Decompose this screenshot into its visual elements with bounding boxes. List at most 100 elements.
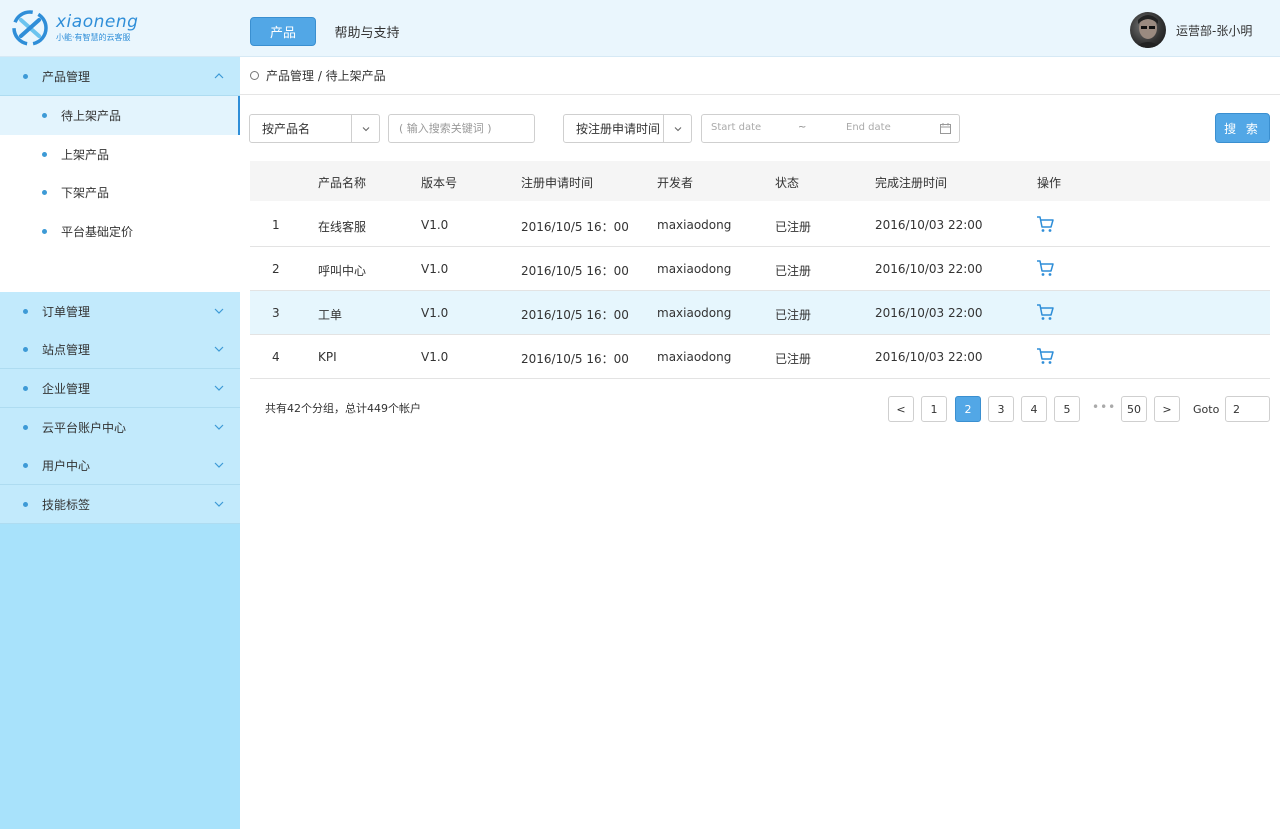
chevron-down-icon [214,501,224,507]
sidebar-group-sites[interactable]: 站点管理 [0,330,240,369]
time-filter-select[interactable]: 按注册申请时间 [563,114,692,143]
sidebar-group-enterprises[interactable]: 企业管理 [0,369,240,408]
column-header-done-time: 完成注册时间 [875,176,948,190]
cell-index: 3 [272,306,280,320]
chevron-up-icon [214,73,224,79]
pagination-page-last[interactable]: 50 [1121,396,1147,422]
table-row[interactable]: 3 工单 V1.0 2016/10/5 16：00 maxiaodong 已注册… [250,291,1270,335]
breadcrumb-text[interactable]: 产品管理 / 待上架产品 [266,67,386,84]
sidebar-group-label: 技能标签 [42,497,91,512]
keyword-search-input[interactable] [388,114,535,143]
username[interactable]: 运营部-张小明 [1176,22,1252,39]
cell-name: 呼叫中心 [318,264,367,278]
avatar[interactable] [1130,12,1166,48]
sidebar-item-label: 下架产品 [61,186,110,200]
nav-tab-help-support[interactable]: 帮助与支持 [332,17,402,46]
logo-mark-icon [12,10,48,46]
pagination-page-2[interactable]: 2 [955,396,981,422]
cell-developer: maxiaodong [657,262,732,276]
breadcrumb: 产品管理 / 待上架产品 [240,57,1280,95]
pagination-next-button[interactable]: > [1154,396,1180,422]
cell-index: 1 [272,218,280,232]
sidebar-item-listed-products[interactable]: 上架产品 [0,135,240,174]
cell-version: V1.0 [421,306,449,320]
date-range-picker[interactable]: Start date ~ End date [701,114,960,143]
cart-icon[interactable] [1036,303,1054,321]
select-value: 按产品名 [262,122,311,136]
column-header-version: 版本号 [421,176,458,190]
cell-status: 已注册 [775,308,812,322]
table-row[interactable]: 4 KPI V1.0 2016/10/5 16：00 maxiaodong 已注… [250,335,1270,379]
select-value: 按注册申请时间 [576,122,661,136]
sidebar-group-label: 企业管理 [42,381,91,396]
cell-version: V1.0 [421,262,449,276]
column-header-action: 操作 [1037,176,1062,190]
calendar-icon[interactable] [940,123,951,134]
bullet-icon [23,308,28,314]
cell-done-time: 2016/10/03 22:00 [875,262,983,276]
table-row[interactable]: 2 呼叫中心 V1.0 2016/10/5 16：00 maxiaodong 已… [250,247,1270,291]
sidebar-item-delisted-products[interactable]: 下架产品 [0,173,240,212]
cell-apply-time: 2016/10/5 16：00 [521,308,629,322]
cart-icon[interactable] [1036,347,1054,365]
nav-tab-products[interactable]: 产品 [250,17,316,46]
sidebar-group-product-management[interactable]: 产品管理 [0,57,240,96]
sidebar-group-orders[interactable]: 订单管理 [0,292,240,331]
start-date-input[interactable]: Start date [711,122,761,133]
table-header: 产品名称 版本号 注册申请时间 开发者 状态 完成注册时间 操作 [250,161,1270,201]
goto-label: Goto [1193,403,1220,416]
top-header: xiaoneng 小能·有智慧的云客服 产品 帮助与支持 运营部-张小明 [0,0,1280,57]
column-header-name: 产品名称 [318,176,367,190]
cell-version: V1.0 [421,218,449,232]
sidebar-group-label: 云平台账户中心 [42,420,127,435]
bullet-icon [23,73,28,79]
cell-status: 已注册 [775,220,812,234]
cell-status: 已注册 [775,352,812,366]
pagination-page-4[interactable]: 4 [1021,396,1047,422]
cell-name: 工单 [318,308,343,322]
bullet-icon [42,113,47,118]
table-row[interactable]: 1 在线客服 V1.0 2016/10/5 16：00 maxiaodong 已… [250,203,1270,247]
bullet-icon [42,190,47,195]
logo[interactable]: xiaoneng 小能·有智慧的云客服 [12,10,152,48]
goto-page-input[interactable] [1225,396,1270,422]
sidebar-item-platform-pricing[interactable]: 平台基础定价 [0,212,240,251]
column-header-developer: 开发者 [657,176,694,190]
search-button[interactable]: 搜 索 [1215,113,1270,143]
sidebar-item-pending-products[interactable]: 待上架产品 [0,96,240,135]
end-date-input[interactable]: End date [846,122,891,133]
chevron-down-icon [214,424,224,430]
sidebar-group-label: 用户中心 [42,458,91,473]
chevron-down-icon [362,126,369,131]
cell-status: 已注册 [775,264,812,278]
sidebar-group-skill-tags[interactable]: 技能标签 [0,485,240,524]
pagination-page-1[interactable]: 1 [921,396,947,422]
cell-name: KPI [318,350,337,364]
bullet-icon [23,462,28,468]
sidebar-group-user-center[interactable]: 用户中心 [0,446,240,485]
cell-done-time: 2016/10/03 22:00 [875,218,983,232]
sidebar-open-group: 产品管理 待上架产品 上架产品 下架产品 平台基础定价 [0,57,240,292]
select-arrow [663,115,691,142]
pagination-prev-button[interactable]: < [888,396,914,422]
pagination-page-3[interactable]: 3 [988,396,1014,422]
cell-developer: maxiaodong [657,306,732,320]
cell-done-time: 2016/10/03 22:00 [875,350,983,364]
chevron-down-icon [214,462,224,468]
column-header-apply-time: 注册申请时间 [521,176,594,190]
cell-developer: maxiaodong [657,350,732,364]
sidebar-group-cloud-accounts[interactable]: 云平台账户中心 [0,408,240,447]
cell-index: 2 [272,262,280,276]
cart-icon[interactable] [1036,215,1054,233]
cart-icon[interactable] [1036,259,1054,277]
table-summary: 共有42个分组，总计449个帐户 [265,402,421,415]
chevron-down-icon [674,126,681,131]
cell-developer: maxiaodong [657,218,732,232]
bullet-icon [23,385,28,391]
sidebar-item-label: 上架产品 [61,148,110,162]
product-filter-select[interactable]: 按产品名 [249,114,380,143]
logo-text: xiaoneng [56,12,139,32]
bullet-icon [23,501,28,507]
pagination-page-5[interactable]: 5 [1054,396,1080,422]
sidebar-item-label: 平台基础定价 [61,225,134,239]
